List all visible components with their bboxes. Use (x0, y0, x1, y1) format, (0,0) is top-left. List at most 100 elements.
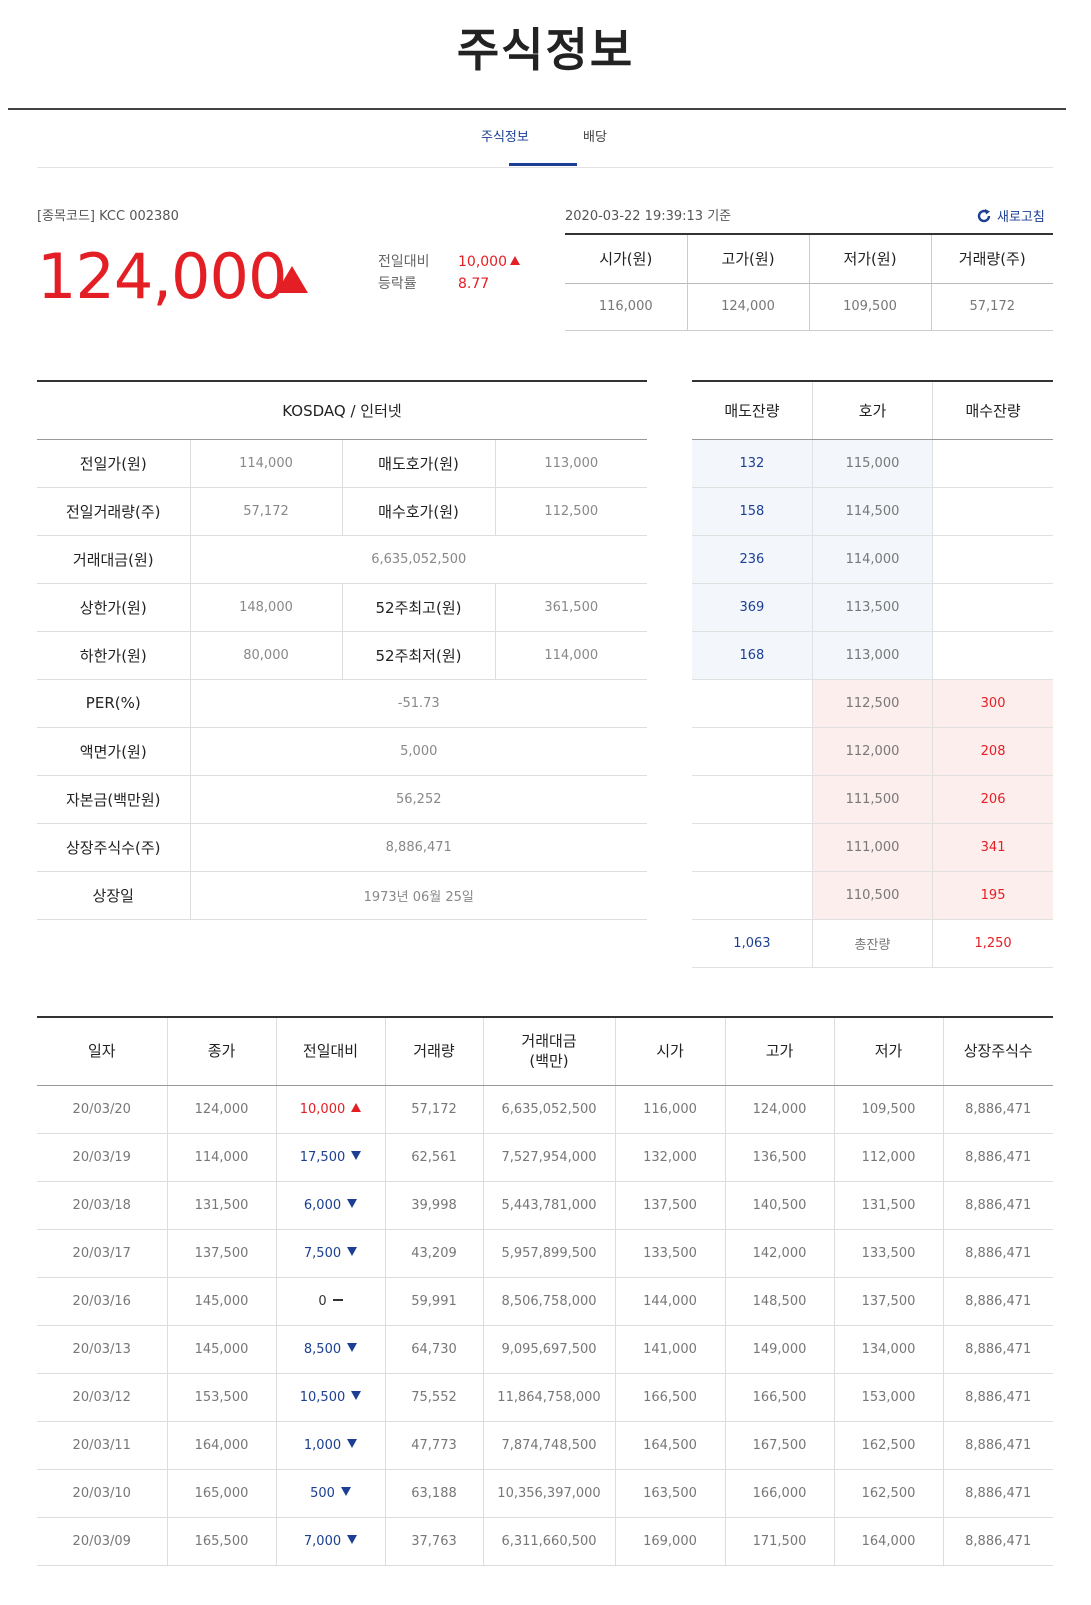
summary-header: 저가(원) (809, 234, 932, 284)
cell-amount: 9,095,697,500 (483, 1325, 616, 1374)
price-summary-table: 시가(원) 고가(원) 저가(원) 거래량(주) 116,000 124,000… (565, 233, 1053, 331)
tab-stock-info[interactable]: 주식정보 (481, 126, 529, 145)
empty-cell (692, 727, 813, 776)
info-value: 56,252 (190, 775, 647, 824)
info-row: 자본금(백만원) 56,252 (37, 775, 647, 824)
cell-close: 153,500 (167, 1373, 277, 1422)
cell-amount: 7,527,954,000 (483, 1133, 616, 1182)
cell-close: 124,000 (167, 1085, 277, 1134)
history-header-amount: 거래대금 (백만) (483, 1017, 616, 1086)
cell-amount: 6,311,660,500 (483, 1517, 616, 1566)
cell-high: 166,500 (725, 1373, 835, 1422)
table-row: 20/03/16 145,000 0 59,991 8,506,758,000 144,0… (37, 1277, 1053, 1326)
down-arrow-icon (351, 1150, 362, 1160)
diff-label: 전일대비 (378, 254, 430, 270)
cell-close: 145,000 (167, 1277, 277, 1326)
info-row: 상장주식수(주) 8,886,471 (37, 823, 647, 872)
buy-row: 110,500 195 (692, 871, 1053, 920)
tab-dividend[interactable]: 배당 (583, 126, 607, 145)
cell-high: 171,500 (725, 1517, 835, 1566)
info-label: 전일거래량(주) (37, 487, 191, 536)
down-arrow-icon (347, 1342, 358, 1352)
cell-high: 149,000 (725, 1325, 835, 1374)
diff-cell: 7,000 (276, 1517, 386, 1566)
cell-open: 166,500 (615, 1373, 726, 1422)
sell-qty: 168 (692, 631, 813, 680)
history-header: 거래대금 (521, 1032, 577, 1051)
info-value: 6,635,052,500 (190, 535, 647, 584)
history-header: 고가 (725, 1017, 835, 1086)
buy-qty: 341 (932, 823, 1053, 872)
info-value: 57,172 (190, 487, 343, 536)
cell-amount: 7,874,748,500 (483, 1421, 616, 1470)
down-arrow-icon (347, 1198, 358, 1208)
up-arrow-icon (351, 1102, 362, 1112)
info-row: 상한가(원) 148,000 52주최고(원) 361,500 (37, 583, 647, 632)
summary-header: 고가(원) (687, 234, 810, 284)
cell-date: 20/03/09 (37, 1517, 168, 1566)
info-label: 자본금(백만원) (37, 775, 191, 824)
history-header: 상장주식수 (943, 1017, 1053, 1086)
cell-date: 20/03/16 (37, 1277, 168, 1326)
order-book-table: 매도잔량 호가 매수잔량 132 115,000 158 114,500 236 11… (692, 380, 1053, 968)
history-header: 거래량 (385, 1017, 484, 1086)
tab-bar: 주식정보 배당 (37, 110, 1053, 168)
cell-amount: 5,957,899,500 (483, 1229, 616, 1278)
info-label: 52주최저(원) (342, 631, 496, 680)
diff-value: 500 (310, 1485, 335, 1501)
table-row: 20/03/13 145,000 8,500 64,730 9,095,697,500 1… (37, 1325, 1053, 1374)
timestamp: 2020-03-22 19:39:13 기준 (565, 209, 732, 224)
cell-high: 140,500 (725, 1181, 835, 1230)
cell-volume: 47,773 (385, 1421, 484, 1470)
refresh-button[interactable]: 새로고침 (976, 206, 1045, 225)
info-row: 하한가(원) 80,000 52주최저(원) 114,000 (37, 631, 647, 680)
cell-open: 169,000 (615, 1517, 726, 1566)
sell-price: 114,500 (812, 487, 934, 536)
cell-close: 137,500 (167, 1229, 277, 1278)
cell-shares: 8,886,471 (943, 1277, 1053, 1326)
diff-value: 7,000 (303, 1533, 342, 1549)
info-label: 상한가(원) (37, 583, 191, 632)
cell-low: 162,500 (834, 1421, 944, 1470)
cell-shares: 8,886,471 (943, 1517, 1053, 1566)
cell-close: 131,500 (167, 1181, 277, 1230)
down-arrow-icon (340, 1486, 351, 1496)
cell-open: 141,000 (615, 1325, 726, 1374)
empty-cell (932, 583, 1053, 632)
cell-high: 136,500 (725, 1133, 835, 1182)
diff-cell: 500 (276, 1469, 386, 1518)
info-value: 361,500 (495, 583, 647, 632)
cell-volume: 37,763 (385, 1517, 484, 1566)
cell-open: 163,500 (615, 1469, 726, 1518)
info-value: 148,000 (190, 583, 343, 632)
cell-open: 164,500 (615, 1421, 726, 1470)
history-header: 저가 (834, 1017, 944, 1086)
buy-qty: 206 (932, 775, 1053, 824)
table-row: 20/03/19 114,000 17,500 62,561 7,527,954,000… (37, 1133, 1053, 1182)
diff-value: 17,500 (299, 1149, 346, 1165)
cell-low: 131,500 (834, 1181, 944, 1230)
history-header: 일자 (37, 1017, 168, 1086)
history-header: 종가 (167, 1017, 277, 1086)
cell-shares: 8,886,471 (943, 1229, 1053, 1278)
sell-row: 236 114,000 (692, 535, 1053, 584)
hoga-header: 매도잔량 (692, 381, 813, 440)
cell-volume: 62,561 (385, 1133, 484, 1182)
empty-cell (932, 631, 1053, 680)
cell-low: 133,500 (834, 1229, 944, 1278)
cell-date: 20/03/12 (37, 1373, 168, 1422)
cell-close: 145,000 (167, 1325, 277, 1374)
current-price: 124,000 (37, 240, 287, 313)
buy-qty: 208 (932, 727, 1053, 776)
active-tab-indicator (509, 163, 577, 166)
buy-row: 112,000 208 (692, 727, 1053, 776)
cell-close: 165,500 (167, 1517, 277, 1566)
cell-close: 114,000 (167, 1133, 277, 1182)
diff-cell: 7,500 (276, 1229, 386, 1278)
refresh-icon (977, 208, 991, 222)
info-value: 112,500 (495, 487, 647, 536)
summary-value: 109,500 (809, 283, 932, 331)
table-row: 20/03/10 165,000 500 63,188 10,356,397,000 16… (37, 1469, 1053, 1518)
info-value: 114,000 (495, 631, 647, 680)
cell-low: 164,000 (834, 1517, 944, 1566)
